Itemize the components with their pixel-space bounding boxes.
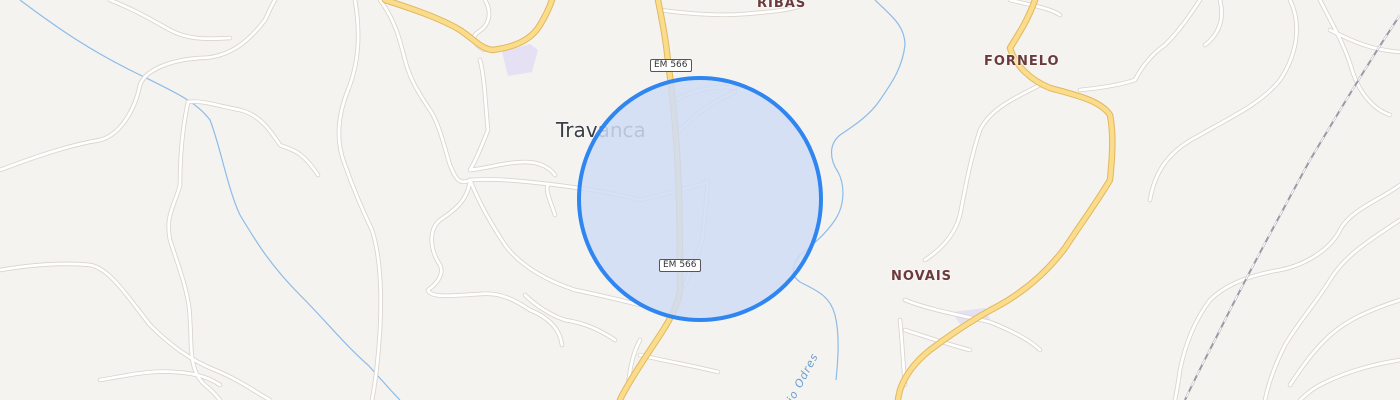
map-view[interactable]: Travanca RIBAS FORNELO NOVAIS io Odres E…	[0, 0, 1400, 400]
road-shield-em566-south[interactable]: EM 566	[659, 259, 701, 272]
search-radius-circle[interactable]	[577, 76, 823, 322]
search-radius-layer	[577, 76, 823, 322]
